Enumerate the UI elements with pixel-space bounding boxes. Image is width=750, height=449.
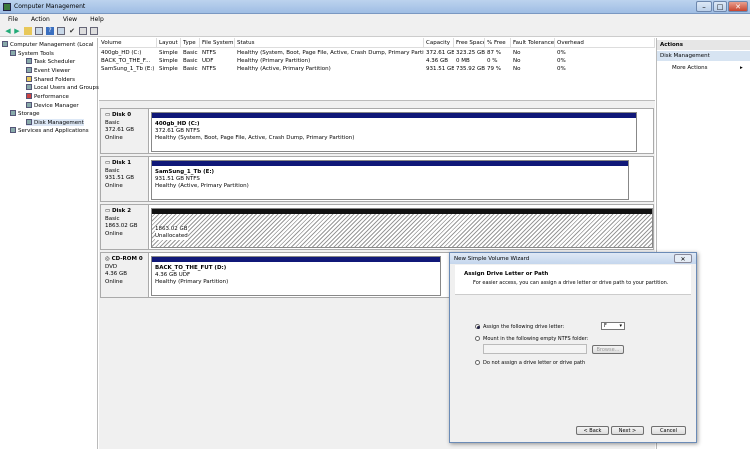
tree-item-performance[interactable]: Performance [26, 93, 69, 100]
settings-icon[interactable] [90, 27, 98, 35]
radio-no-letter-label: Do not assign a drive letter or drive pa… [483, 360, 586, 366]
disk-icon: ▭ [105, 112, 111, 118]
col-status[interactable]: Status [235, 38, 424, 48]
maximize-button[interactable]: □ [713, 1, 727, 12]
wizard-subtext: For easier access, you can assign a driv… [473, 280, 669, 286]
cdrom-icon: ◎ [105, 256, 110, 262]
radio-assign-letter[interactable] [475, 324, 480, 329]
back-button[interactable]: < Back [576, 426, 609, 435]
wizard-title: New Simple Volume Wizard [450, 253, 696, 264]
forward-arrow-icon[interactable]: ▶ [13, 27, 21, 35]
tree-item-shared-folders[interactable]: Shared Folders [26, 76, 75, 83]
col-percent-free[interactable]: % Free [485, 38, 511, 48]
disk-row-2[interactable]: ▭ Disk 2 Basic 1863.02 GB Online 1863.02… [100, 204, 654, 250]
col-capacity[interactable]: Capacity [424, 38, 454, 48]
drive-letter-select[interactable]: F ▾ [601, 322, 625, 330]
services-icon [10, 127, 16, 133]
folder-path-input[interactable] [483, 344, 587, 354]
tools-icon [10, 50, 16, 56]
window-title: Computer Management [14, 3, 86, 10]
wizard-close-button[interactable]: ✕ [674, 254, 692, 263]
close-button[interactable]: ✕ [728, 1, 748, 12]
volume-list: Volume Layout Type File System Status Ca… [99, 38, 655, 98]
menu-file[interactable]: File [0, 14, 23, 23]
partition-c[interactable]: 400gb_HD (C:) 372.61 GB NTFS Healthy (Sy… [151, 112, 637, 152]
menu-view[interactable]: View [55, 14, 82, 23]
folder-icon [26, 76, 32, 82]
partition-d[interactable]: BACK_TO_THE_FUT (D:) 4.36 GB UDF Healthy… [151, 256, 441, 296]
back-arrow-icon[interactable]: ◀ [4, 27, 12, 35]
console-tree: Computer Management (Local System Tools … [0, 38, 99, 449]
rescan-icon[interactable] [79, 27, 87, 35]
unallocated-space[interactable]: 1863.02 GB Unallocated [151, 208, 653, 248]
disk-label: ▭ Disk 2 Basic 1863.02 GB Online [101, 205, 149, 249]
tree-item-storage[interactable]: Storage [10, 110, 40, 117]
new-simple-volume-wizard: New Simple Volume Wizard ✕ Assign Drive … [449, 252, 697, 443]
disk-label: ▭ Disk 0 Basic 372.61 GB Online [101, 109, 149, 153]
properties-check-icon[interactable]: ✔ [68, 27, 76, 35]
disk-icon [26, 119, 32, 125]
disk-label: ▭ Disk 1 Basic 931.51 GB Online [101, 157, 149, 201]
radio-assign-letter-label: Assign the following drive letter: [483, 324, 565, 330]
radio-mount-folder-label: Mount in the following empty NTFS folder… [483, 336, 589, 342]
device-manager-icon [26, 102, 32, 108]
radio-no-letter[interactable] [475, 360, 480, 365]
toolbar: ◀ ▶ ? ✔ [0, 25, 750, 37]
col-type[interactable]: Type [181, 38, 200, 48]
minimize-button[interactable]: – [696, 1, 712, 12]
tree-item-services[interactable]: Services and Applications [10, 127, 89, 134]
wizard-header: Assign Drive Letter or Path For easier a… [455, 265, 691, 295]
menu-bar: File Action View Help [0, 14, 750, 25]
browse-button[interactable]: Browse... [592, 345, 624, 354]
title-bar: Computer Management – □ ✕ [0, 0, 750, 14]
tree-item-system-tools[interactable]: System Tools [10, 50, 54, 57]
storage-icon [10, 110, 16, 116]
wizard-body: Assign the following drive letter: F ▾ Mo… [455, 295, 691, 421]
disk-label: ◎ CD-ROM 0 DVD 4.36 GB Online [101, 253, 149, 297]
help-icon[interactable]: ? [46, 27, 54, 35]
more-actions-link[interactable]: More Actions ▸ [657, 63, 750, 73]
performance-icon [26, 93, 32, 99]
tree-item-event-viewer[interactable]: Event Viewer [26, 67, 70, 74]
clock-icon [26, 58, 32, 64]
col-file-system[interactable]: File System [200, 38, 235, 48]
disk-row-1[interactable]: ▭ Disk 1 Basic 931.51 GB Online SamSung_… [100, 156, 654, 202]
tree-item-computer-management[interactable]: Computer Management (Local [2, 41, 93, 48]
next-button[interactable]: Next > [611, 426, 644, 435]
col-volume[interactable]: Volume [99, 38, 157, 48]
chevron-right-icon: ▸ [740, 65, 743, 71]
computer-management-icon [3, 3, 11, 11]
tree-item-device-manager[interactable]: Device Manager [26, 102, 79, 109]
disk-icon: ▭ [105, 160, 111, 166]
menu-action[interactable]: Action [23, 14, 55, 23]
col-layout[interactable]: Layout [157, 38, 181, 48]
actions-section-disk-management[interactable]: Disk Management [657, 51, 750, 61]
radio-mount-folder[interactable] [475, 336, 480, 341]
tree-item-disk-management[interactable]: Disk Management [26, 119, 84, 126]
cancel-button[interactable]: Cancel [651, 426, 686, 435]
tree-item-task-scheduler[interactable]: Task Scheduler [26, 58, 75, 65]
col-fault-tolerance[interactable]: Fault Tolerance [511, 38, 555, 48]
partition-e[interactable]: SamSung_1_Tb (E:) 931.51 GB NTFS Healthy… [151, 160, 629, 200]
users-icon [26, 84, 32, 90]
menu-help[interactable]: Help [82, 14, 109, 23]
tree-item-local-users[interactable]: Local Users and Groups [26, 84, 99, 91]
chevron-down-icon: ▾ [619, 323, 622, 329]
disk-row-0[interactable]: ▭ Disk 0 Basic 372.61 GB Online 400gb_HD… [100, 108, 654, 154]
actions-header: Actions [657, 40, 750, 50]
properties-icon[interactable] [57, 27, 65, 35]
col-overhead[interactable]: Overhead [555, 38, 655, 48]
console-tree-icon[interactable] [35, 27, 43, 35]
computer-icon [2, 41, 8, 47]
event-viewer-icon [26, 67, 32, 73]
up-folder-icon[interactable] [24, 27, 32, 35]
wizard-heading: Assign Drive Letter or Path [464, 271, 549, 277]
col-free-space[interactable]: Free Space [454, 38, 485, 48]
disk-icon: ▭ [105, 208, 111, 214]
